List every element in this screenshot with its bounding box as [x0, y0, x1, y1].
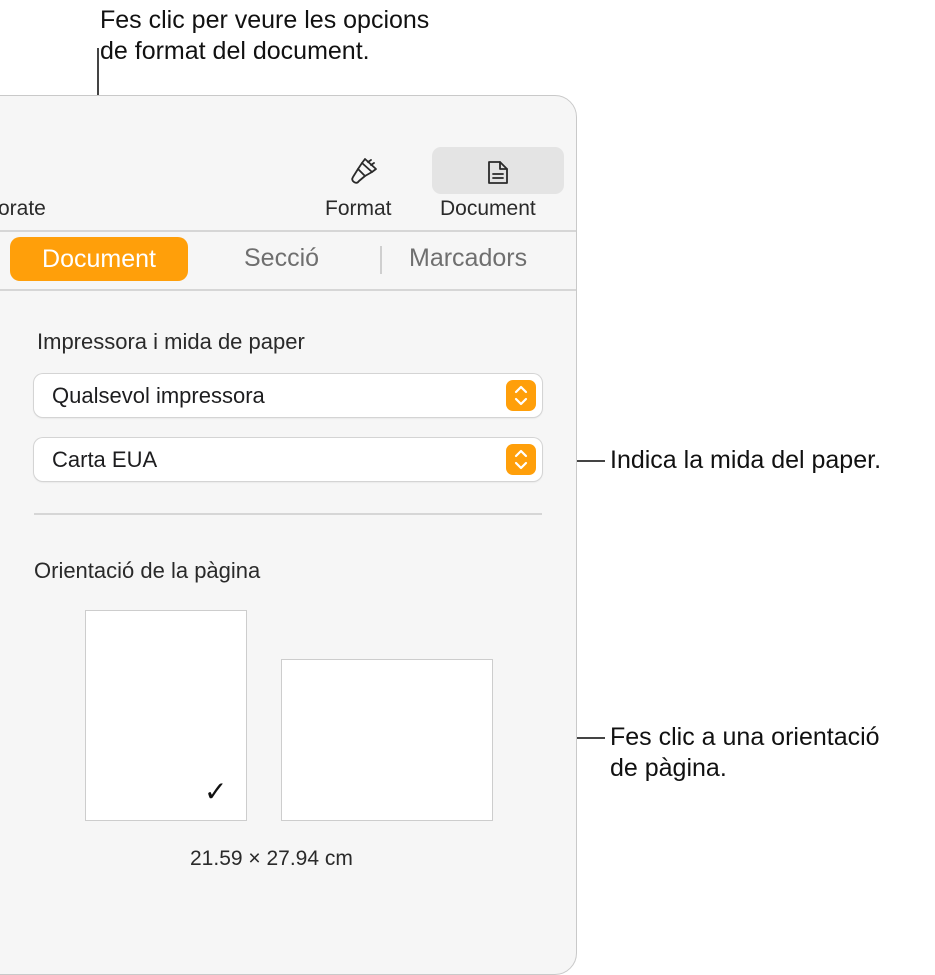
section-divider: [34, 513, 542, 515]
toolbar-partial-label[interactable]: orate: [0, 197, 46, 221]
format-toolbar-button[interactable]: Format: [318, 147, 410, 222]
callout-orientation-line1: Fes clic a una orientació: [610, 723, 880, 751]
tab-separator: [380, 246, 382, 274]
document-icon: [488, 161, 508, 184]
toolbar-divider: [0, 230, 576, 232]
tab-bookmarks[interactable]: Marcadors: [409, 244, 527, 273]
paper-size-select-value: Carta EUA: [52, 447, 158, 472]
paintbrush-icon: [351, 158, 377, 184]
printer-select-value: Qualsevol impressora: [52, 383, 265, 408]
chevron-up-down-icon: [514, 385, 528, 406]
page-dimensions: 21.59 × 27.94 cm: [190, 847, 353, 870]
callout-paper-size: Indica la mida del paper.: [610, 446, 882, 474]
document-toolbar-button[interactable]: [432, 147, 564, 194]
document-button-label: Document: [440, 197, 536, 220]
paper-size-select-stepper[interactable]: [506, 444, 536, 475]
checkmark-icon: ✓: [204, 775, 228, 808]
callout-format-options: Fes clic per veure les opcions de format…: [100, 5, 429, 67]
paper-size-select[interactable]: Carta EUA: [34, 438, 542, 481]
orientation-portrait[interactable]: ✓: [85, 610, 247, 821]
inspector-panel: [0, 95, 577, 975]
format-button-label: Format: [325, 197, 392, 220]
chevron-up-down-icon: [514, 449, 528, 470]
tabs-divider: [0, 289, 576, 291]
callout-format-options-line2: de format del document.: [100, 37, 370, 65]
printer-select-stepper[interactable]: [506, 380, 536, 411]
callout-orientation: Fes clic a una orientació de pàgina.: [610, 722, 880, 784]
callout-orientation-line2: de pàgina.: [610, 754, 727, 782]
callout-format-options-line1: Fes clic per veure les opcions: [100, 6, 430, 34]
printer-select[interactable]: Qualsevol impressora: [34, 374, 542, 417]
printer-section-title: Impressora i mida de paper: [37, 329, 305, 354]
tab-section[interactable]: Secció: [244, 244, 319, 273]
orientation-section-title: Orientació de la pàgina: [34, 558, 261, 583]
orientation-landscape[interactable]: [281, 659, 493, 821]
tab-document[interactable]: Document: [10, 237, 188, 281]
